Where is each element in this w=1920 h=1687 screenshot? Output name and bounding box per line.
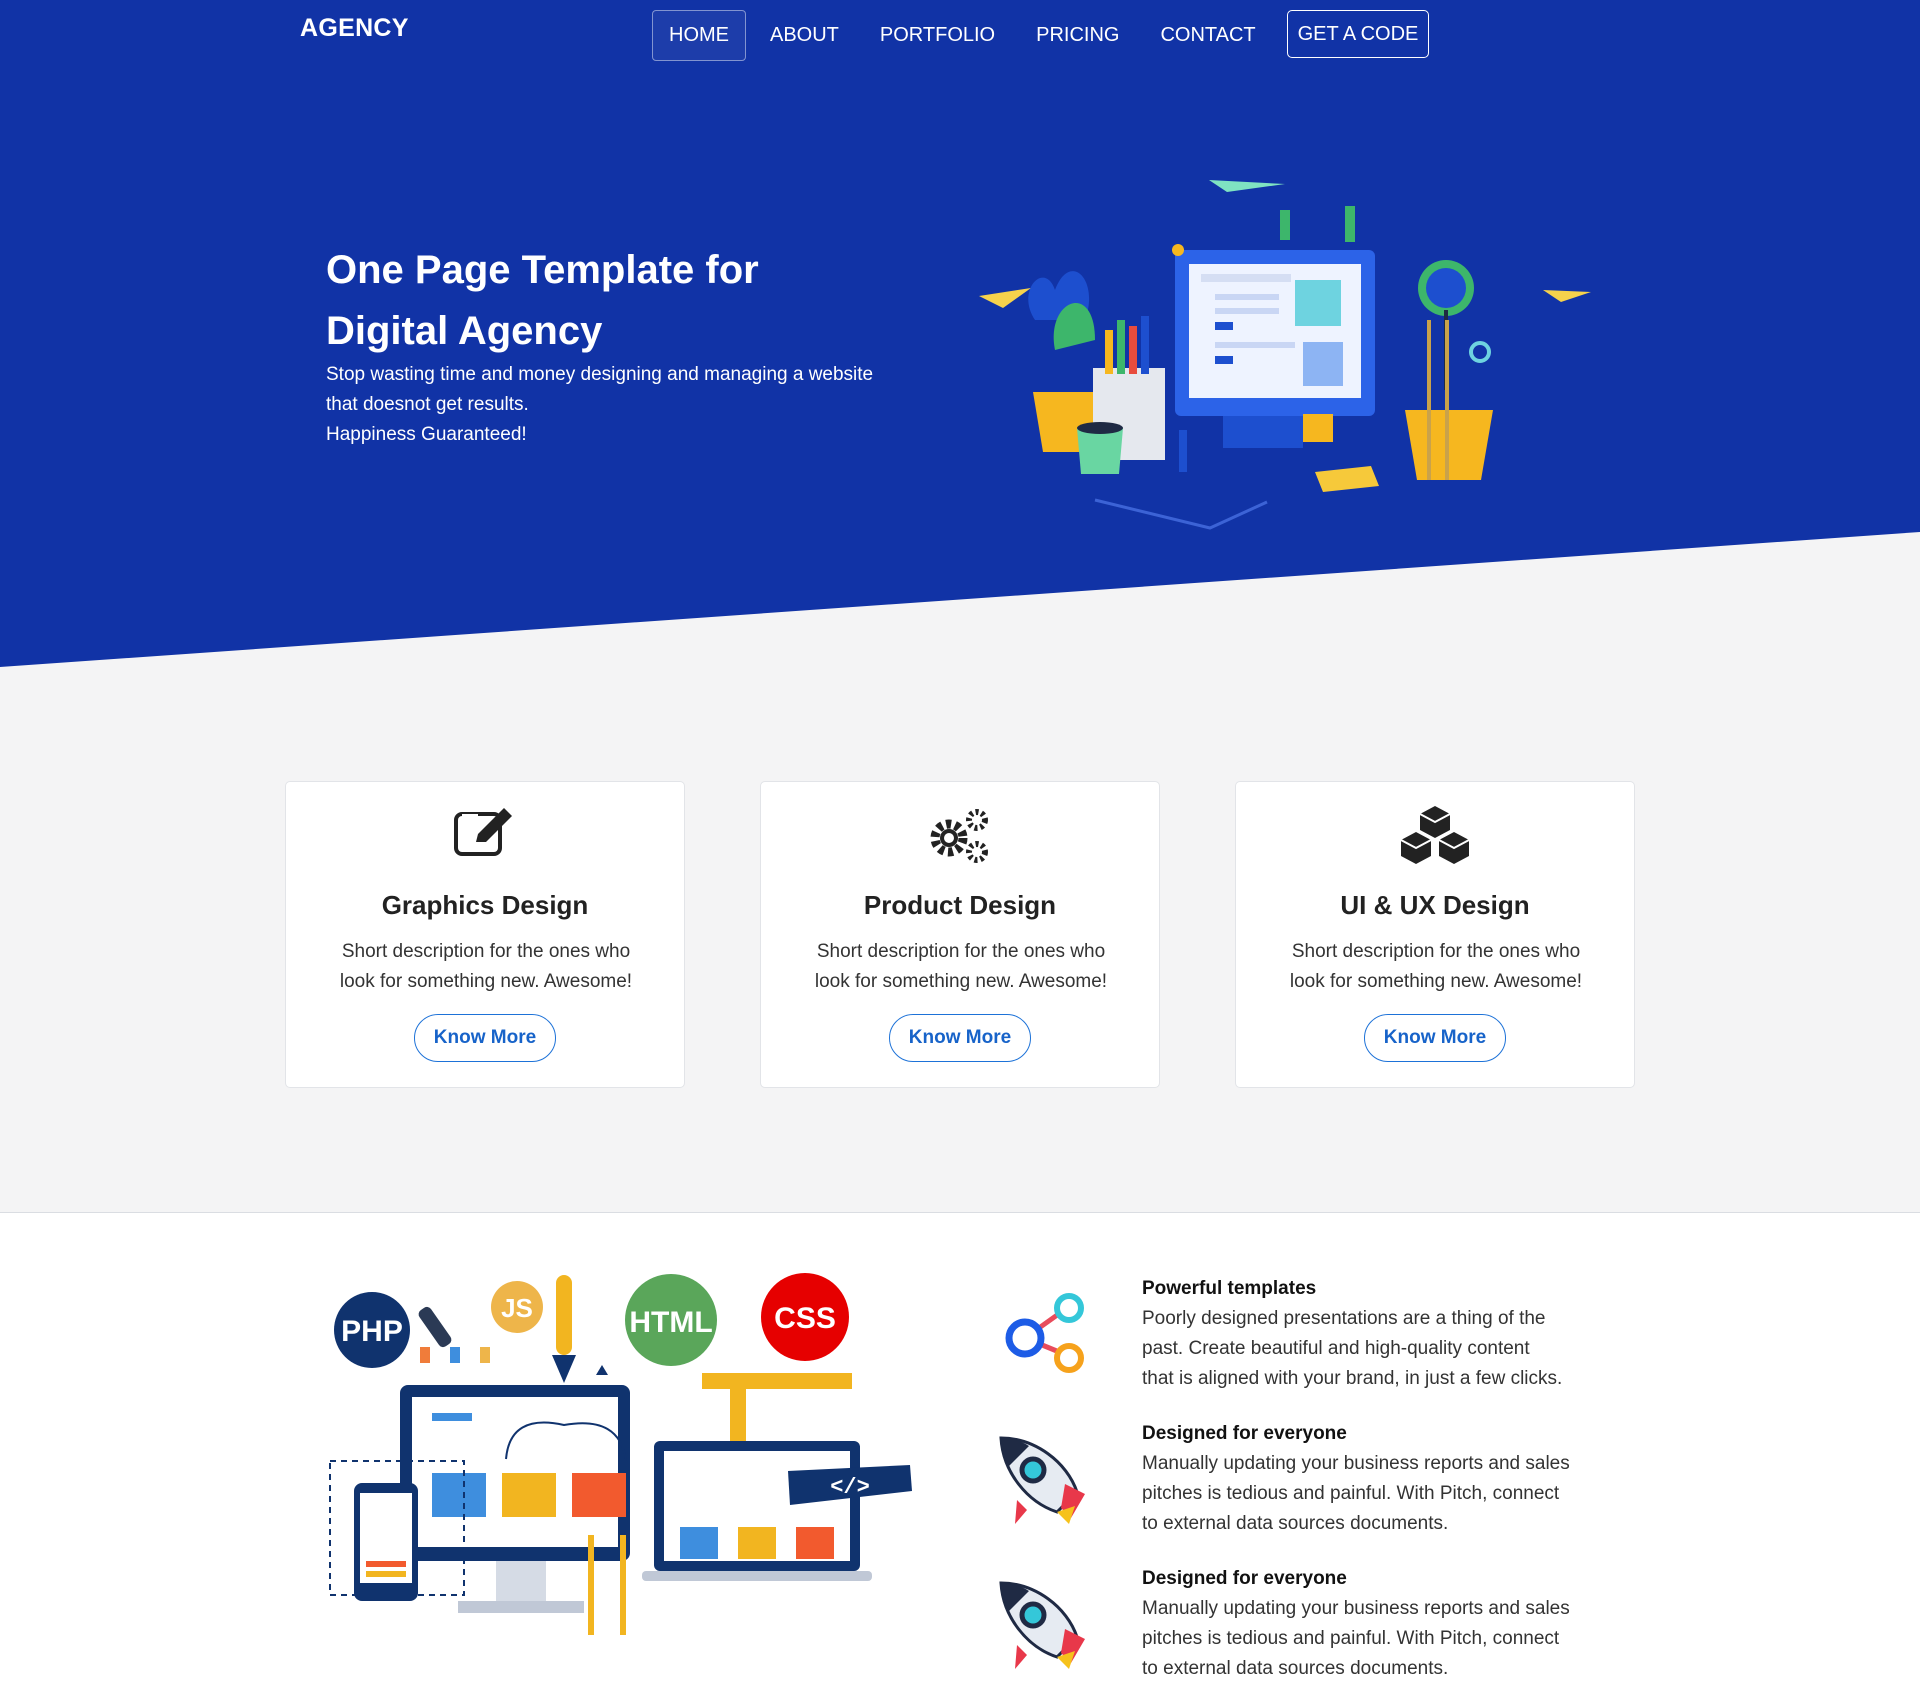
- pen-tool: [556, 1275, 572, 1355]
- feature-desc-line: Manually updating your business reports …: [1142, 1598, 1570, 1619]
- card-title: Product Design: [863, 890, 1057, 920]
- card-desc-line: look for something new. Awesome!: [339, 971, 633, 992]
- feature-desc-line: pitches is tedious and painful. With Pit…: [1142, 1628, 1560, 1649]
- sticky-note: [1303, 414, 1333, 442]
- floor-line: [1094, 498, 1268, 530]
- feature-desc-line: to external data sources documents.: [1142, 1513, 1449, 1534]
- feature-description: Manually updating your business reports …: [1142, 1449, 1642, 1539]
- block: [1315, 466, 1379, 492]
- feature-desc-line: Manually updating your business reports …: [1142, 1453, 1570, 1474]
- hero-title: One Page Template for Digital Agency: [326, 240, 846, 362]
- feature-title: Designed for everyone: [1142, 1568, 1347, 1589]
- ladder: [1427, 320, 1431, 480]
- feature-desc-line: to external data sources documents.: [1142, 1658, 1449, 1679]
- css-badge-label: CSS: [774, 1302, 836, 1335]
- hero-illustration: [979, 180, 1591, 530]
- feature-title: Powerful templates: [1142, 1278, 1317, 1299]
- card-description: Short description for the ones who look …: [791, 937, 1131, 997]
- pencil: [1129, 326, 1137, 374]
- card-title: UI & UX Design: [1340, 890, 1530, 920]
- rocket-icon: [999, 1436, 1085, 1524]
- know-more-button[interactable]: Know More: [889, 1014, 1031, 1062]
- feature-designed-for-everyone: Designed for everyone Manually updating …: [1142, 1421, 1642, 1539]
- rocket-icon: [999, 1581, 1085, 1669]
- hero-desc-line: that doesnot get results.: [326, 394, 529, 415]
- feature-desc-line: past. Create beautiful and high-quality …: [1142, 1338, 1530, 1359]
- hero-description: Stop wasting time and money designing an…: [326, 360, 916, 450]
- card-desc-line: look for something new. Awesome!: [1289, 971, 1583, 992]
- feature-designed-for-everyone-2: Designed for everyone Manually updating …: [1142, 1566, 1642, 1684]
- crane-arm: [702, 1373, 852, 1389]
- get-a-code-button[interactable]: GET A CODE: [1287, 10, 1429, 58]
- pencil: [1117, 320, 1125, 374]
- card-description: Short description for the ones who look …: [316, 937, 656, 997]
- hero-background: [0, 0, 1920, 667]
- navbar: AGENCY HOME ABOUT PORTFOLIO PRICING CONT…: [0, 0, 1920, 70]
- card-desc-line: Short description for the ones who: [816, 941, 1106, 962]
- brand-logo[interactable]: AGENCY: [300, 14, 409, 43]
- person: [1179, 430, 1187, 472]
- hero-title-line: One Page Template for: [326, 248, 759, 292]
- cubes-icon: [1400, 806, 1470, 864]
- service-card-graphics: Graphics Design Short description for th…: [285, 781, 685, 1088]
- feature-description: Poorly designed presentations are a thin…: [1142, 1304, 1642, 1394]
- service-card-product: Product Design Short description for the…: [760, 781, 1160, 1088]
- paper-plane: [1543, 290, 1591, 302]
- js-badge-label: JS: [501, 1293, 533, 1323]
- hero-desc-line: Stop wasting time and money designing an…: [326, 364, 874, 385]
- section-divider: [0, 1212, 1920, 1213]
- share-nodes-icon: [1005, 1293, 1084, 1373]
- service-card-uiux: UI & UX Design Short description for the…: [1235, 781, 1635, 1088]
- monitor-stand: [1223, 416, 1303, 448]
- paper-plane: [979, 288, 1031, 308]
- nav-links: HOME ABOUT PORTFOLIO PRICING CONTACT: [652, 10, 1280, 61]
- person: [1280, 210, 1290, 240]
- card-title: Graphics Design: [381, 890, 589, 920]
- hero-section: AGENCY HOME ABOUT PORTFOLIO PRICING CONT…: [0, 0, 1920, 1213]
- feature-title: Designed for everyone: [1142, 1423, 1347, 1444]
- ladder: [588, 1535, 594, 1635]
- card-desc-line: look for something new. Awesome!: [814, 971, 1108, 992]
- nav-home[interactable]: HOME: [652, 10, 746, 61]
- nav-pricing[interactable]: PRICING: [1019, 10, 1136, 61]
- hero-desc-line: Happiness Guaranteed!: [326, 424, 527, 445]
- php-badge-label: PHP: [341, 1315, 403, 1348]
- paper-plane: [1209, 180, 1285, 192]
- know-more-button[interactable]: Know More: [1364, 1014, 1506, 1062]
- dropper: [418, 1306, 452, 1348]
- card-desc-line: Short description for the ones who: [1291, 941, 1581, 962]
- pencil: [1105, 330, 1113, 374]
- hero-title-line: Digital Agency: [326, 309, 603, 353]
- know-more-button[interactable]: Know More: [414, 1014, 556, 1062]
- pencil: [1141, 316, 1149, 374]
- nav-contact[interactable]: CONTACT: [1143, 10, 1272, 61]
- card-desc-line: Short description for the ones who: [341, 941, 631, 962]
- feature-desc-line: that is aligned with your brand, in just…: [1142, 1368, 1563, 1389]
- person: [1345, 206, 1355, 242]
- feature-desc-line: Poorly designed presentations are a thin…: [1142, 1308, 1546, 1329]
- nav-about[interactable]: ABOUT: [753, 10, 856, 61]
- feature-description: Manually updating your business reports …: [1142, 1594, 1642, 1684]
- feature-desc-line: pitches is tedious and painful. With Pit…: [1142, 1483, 1560, 1504]
- cogs-icon: [930, 809, 988, 863]
- feature-powerful-templates: Powerful templates Poorly designed prese…: [1142, 1276, 1642, 1394]
- code-sign-label: </>: [830, 1475, 870, 1500]
- edit-icon: [454, 808, 512, 856]
- person: [1172, 244, 1184, 256]
- nav-portfolio[interactable]: PORTFOLIO: [863, 10, 1012, 61]
- html-badge-label: HTML: [629, 1306, 712, 1339]
- card-description: Short description for the ones who look …: [1266, 937, 1606, 997]
- mug: [1077, 428, 1123, 474]
- web-dev-illustration: PHP JS HTML CSS </>: [329, 1273, 912, 1635]
